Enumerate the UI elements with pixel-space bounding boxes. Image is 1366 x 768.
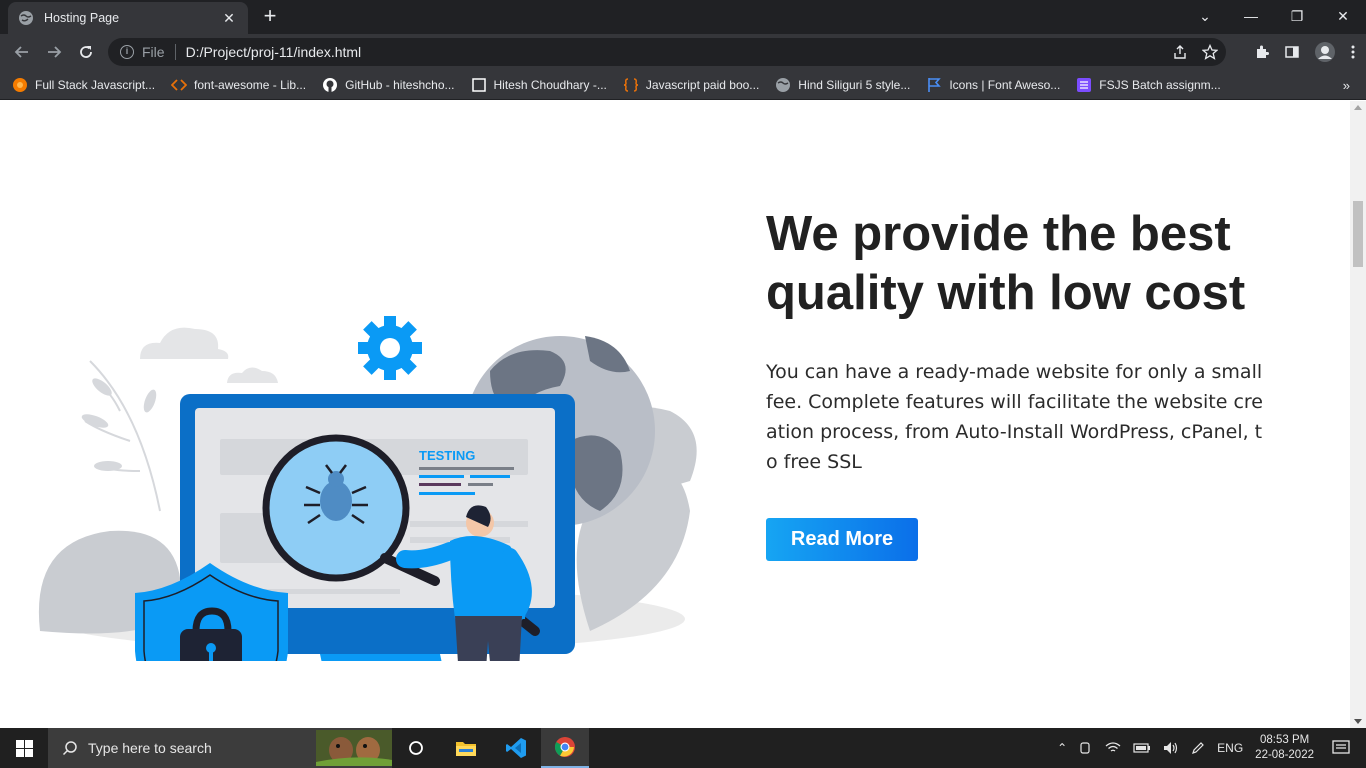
hero-headline: We provide the best quality with low cos… [766, 207, 1246, 320]
tab-title: Hosting Page [44, 11, 120, 25]
bookmark-item[interactable]: GitHub - hiteshcho... [322, 77, 455, 93]
clock-date: 22-08-2022 [1255, 749, 1314, 761]
pen-icon[interactable] [1191, 741, 1205, 755]
restore-button[interactable]: ❐ [1274, 0, 1320, 32]
bookmark-label: Hind Siliguri 5 style... [798, 77, 911, 92]
folder-icon [456, 742, 476, 756]
new-tab-button[interactable]: + [258, 5, 282, 29]
arrow-left-icon [14, 46, 28, 58]
system-clock[interactable]: 08:53 PM 22-08-2022 [1255, 733, 1314, 763]
task-view-button[interactable] [392, 728, 440, 768]
url-text[interactable]: D:/Project/proj-11/index.html [186, 44, 362, 60]
bookmark-label: font-awesome - Lib... [194, 77, 307, 92]
bookmark-item[interactable]: Full Stack Javascript... [12, 77, 155, 93]
square-icon [471, 77, 486, 92]
bookmark-item[interactable]: Icons | Font Aweso... [926, 77, 1060, 93]
info-icon[interactable]: i [120, 45, 134, 59]
tab-search-icon[interactable]: ⌄ [1182, 0, 1228, 32]
windows-taskbar: Type here to search ⌃ ENG 08:53 PM 22-08… [0, 728, 1366, 768]
globe-icon [19, 11, 33, 25]
arrow-right-icon [48, 46, 62, 58]
gear-icon [358, 316, 422, 380]
language-indicator[interactable]: ENG [1217, 741, 1243, 755]
url-scheme: File [142, 44, 165, 60]
tab-close-icon[interactable]: ✕ [220, 10, 238, 27]
bookmark-item[interactable]: Hind Siliguri 5 style... [775, 77, 910, 93]
hero-illustration: TESTING [38, 316, 697, 661]
chevron-up-icon[interactable]: ⌃ [1057, 741, 1067, 755]
cloud-large [140, 327, 229, 359]
share-icon[interactable] [1172, 44, 1188, 60]
start-button[interactable] [0, 728, 48, 768]
bookmark-item[interactable]: font-awesome - Lib... [171, 77, 306, 93]
scroll-down-arrow-icon[interactable] [1354, 719, 1362, 724]
side-panel-icon[interactable] [1284, 44, 1300, 60]
extensions-icon[interactable] [1254, 44, 1270, 60]
browser-tab[interactable]: Hosting Page ✕ [8, 2, 248, 34]
bookmark-star-icon[interactable] [1202, 44, 1218, 60]
browser-toolbar: i File D:/Project/proj-11/index.html [0, 34, 1366, 70]
page-viewport: TESTING We provide the best quality with… [0, 101, 1350, 728]
scroll-thumb[interactable] [1353, 201, 1363, 267]
bookmark-label: Javascript paid boo... [645, 77, 760, 92]
notification-icon[interactable] [1332, 740, 1350, 756]
bookmarks-bar: Full Stack Javascript... font-awesome - L… [0, 70, 1366, 100]
browser-titlebar: Hosting Page ✕ + ⌄ — ❐ ✕ [0, 0, 1366, 34]
bookmark-item[interactable]: Javascript paid boo... [623, 77, 759, 93]
bookmark-label: Hitesh Choudhary -... [493, 77, 607, 92]
system-tray: ⌃ ENG 08:53 PM 22-08-2022 [1057, 728, 1366, 768]
hero-description: You can have a ready-made website for on… [766, 361, 1263, 473]
list-icon [1077, 77, 1092, 92]
forward-button[interactable] [40, 38, 68, 66]
bookmark-item[interactable]: Hitesh Choudhary -... [471, 77, 607, 93]
illustration-label: TESTING [419, 448, 475, 463]
bookmark-label: FSJS Batch assignm... [1099, 77, 1221, 92]
search-icon [62, 741, 77, 756]
github-icon [323, 77, 338, 92]
code-braces-icon [623, 77, 638, 92]
battery-icon[interactable] [1133, 742, 1151, 754]
windows-logo-icon [15, 739, 33, 757]
taskbar-search-placeholder: Type here to search [88, 740, 212, 756]
taskbar-search-box[interactable]: Type here to search [48, 728, 392, 768]
file-explorer-button[interactable] [442, 728, 490, 768]
read-more-button[interactable]: Read More [766, 518, 918, 561]
url-separator [174, 44, 176, 60]
close-window-button[interactable]: ✕ [1320, 0, 1366, 32]
bookmarks-overflow-icon[interactable]: » [1343, 78, 1350, 93]
code-brackets-icon [171, 78, 188, 91]
globe-icon [776, 77, 791, 92]
volume-icon[interactable] [1163, 741, 1179, 755]
cloud-small [227, 367, 278, 383]
bookmark-label: Icons | Font Aweso... [949, 77, 1061, 92]
address-bar[interactable]: i File D:/Project/proj-11/index.html [108, 38, 1226, 66]
chrome-taskbar-button[interactable] [541, 728, 589, 768]
bookmark-label: Full Stack Javascript... [35, 77, 156, 92]
clock-time: 08:53 PM [1259, 734, 1310, 746]
orange-circle-icon [13, 77, 27, 92]
profile-avatar-icon[interactable] [1314, 41, 1336, 63]
wifi-icon[interactable] [1105, 741, 1121, 755]
page-scrollbar[interactable] [1350, 101, 1366, 728]
minimize-button[interactable]: — [1228, 0, 1274, 32]
flag-icon [928, 77, 942, 92]
back-button[interactable] [8, 38, 36, 66]
scroll-up-arrow-icon[interactable] [1354, 105, 1362, 110]
menu-dots-icon[interactable] [1350, 44, 1356, 60]
bookmark-label: GitHub - hiteshcho... [345, 77, 455, 92]
search-highlight-icon [316, 730, 392, 766]
reload-icon [80, 46, 92, 58]
vscode-button[interactable] [492, 728, 540, 768]
chrome-icon [554, 737, 575, 757]
bookmark-item[interactable]: FSJS Batch assignm... [1076, 77, 1221, 93]
meet-now-icon[interactable] [1079, 741, 1093, 755]
vscode-icon [506, 738, 526, 758]
task-view-icon [409, 741, 423, 755]
reload-button[interactable] [72, 38, 100, 66]
